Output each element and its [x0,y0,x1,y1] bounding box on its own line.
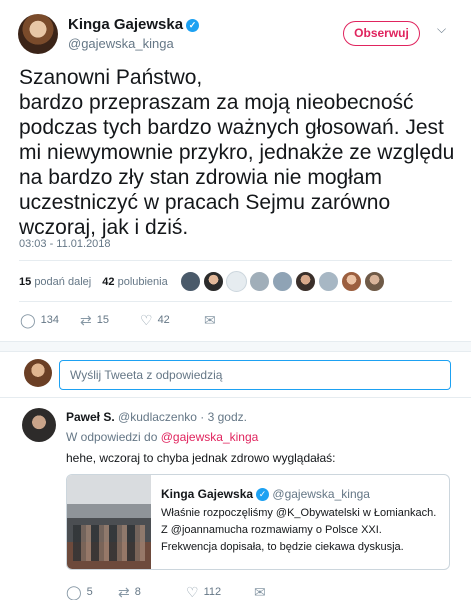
envelope-icon: ✉ [254,584,266,600]
retweet-count: 15 [96,314,109,326]
reply-count: 134 [40,314,60,326]
author-handle[interactable]: @gajewska_kinga [68,36,174,51]
reply-author-avatar[interactable] [22,408,56,442]
liker-avatar[interactable] [272,271,293,292]
reply-count: 5 [86,586,93,598]
retweet-button[interactable]: ⇄ 8 [118,584,141,600]
quoted-tweet-text: Właśnie rozpoczęliśmy @K_Obywatelski w Ł… [161,507,437,553]
author-name[interactable]: Kinga Gajewska [68,16,183,33]
reply-context: W odpowiedzi do @gajewska_kinga [66,430,258,444]
reply-author-name[interactable]: Paweł S. [66,410,115,424]
divider [19,260,452,261]
quoted-tweet-header: Kinga Gajewska ✓ @gajewska_kinga [161,487,370,501]
reply-button[interactable]: ◯ 134 [20,312,59,329]
reply-meta: Paweł S. @kudlaczenko · 3 godz. [66,410,247,424]
likes-label: polubienia [117,276,168,288]
like-button[interactable]: ♡ 112 [186,584,221,600]
current-user-avatar[interactable] [24,359,52,387]
chevron-down-icon[interactable]: ⌵ [437,22,446,37]
retweets-stat[interactable]: 15 podań dalej [19,276,91,288]
liker-avatar[interactable] [295,271,316,292]
reply-author-handle[interactable]: @kudlaczenko [118,410,197,424]
verified-badge-icon: ✓ [186,19,200,32]
heart-icon: ♡ [186,584,199,600]
author-avatar[interactable] [18,14,58,54]
retweet-count: 8 [134,586,141,598]
message-button[interactable]: ✉ [254,584,271,600]
liker-avatar[interactable] [341,271,362,292]
retweets-label: podań dalej [34,276,92,288]
liker-avatar[interactable] [364,271,385,292]
liker-avatar[interactable] [249,271,270,292]
reply-text: hehe, wczoraj to chyba jednak zdrowo wyg… [66,451,336,465]
reply-input[interactable]: Wyślij Tweeta z odpowiedzią [59,360,451,390]
author-name-row[interactable]: Kinga Gajewska ✓ [68,16,200,33]
divider [19,301,452,302]
retweet-icon: ⇄ [118,584,130,600]
tweet-text: Szanowni Państwo, bardzo przepraszam za … [19,66,455,239]
envelope-icon: ✉ [204,312,216,328]
follow-button[interactable]: Obserwuj [343,21,420,46]
like-count: 112 [203,586,222,598]
reply-time[interactable]: · 3 godz. [200,410,247,424]
liker-avatar[interactable] [180,271,201,292]
verified-badge-icon: ✓ [256,488,270,501]
liker-avatar[interactable] [226,271,247,292]
heart-icon: ♡ [140,312,153,328]
reply-icon: ◯ [20,312,36,328]
liker-avatar[interactable] [203,271,224,292]
likes-stat[interactable]: 42 polubienia [102,276,167,288]
message-button[interactable]: ✉ [204,312,221,329]
divider [0,397,471,398]
quoted-author-handle: @gajewska_kinga [272,487,370,501]
reply-button[interactable]: ◯ 5 [66,584,93,600]
tweet-timestamp[interactable]: 03:03 - 11.01.2018 [19,238,111,250]
retweet-icon: ⇄ [80,312,92,328]
section-separator [0,341,471,352]
reply-icon: ◯ [66,584,82,600]
quoted-tweet-card[interactable]: Kinga Gajewska ✓ @gajewska_kinga Właśnie … [66,474,450,570]
likes-count: 42 [102,276,115,288]
tweet-stats: 15 podań dalej 42 polubienia [19,276,168,288]
reply-context-prefix: W odpowiedzi do [66,430,158,444]
tweet-header: Kinga Gajewska ✓ @gajewska_kinga Obserwuj… [0,0,471,62]
liker-avatar[interactable] [318,271,339,292]
retweets-count: 15 [19,276,32,288]
quoted-tweet-image [67,475,151,569]
like-count: 42 [157,314,170,326]
retweet-button[interactable]: ⇄ 15 [80,312,109,329]
quoted-author-name: Kinga Gajewska [161,487,254,501]
like-button[interactable]: ♡ 42 [140,312,170,329]
reply-context-mention[interactable]: @gajewska_kinga [161,430,259,444]
